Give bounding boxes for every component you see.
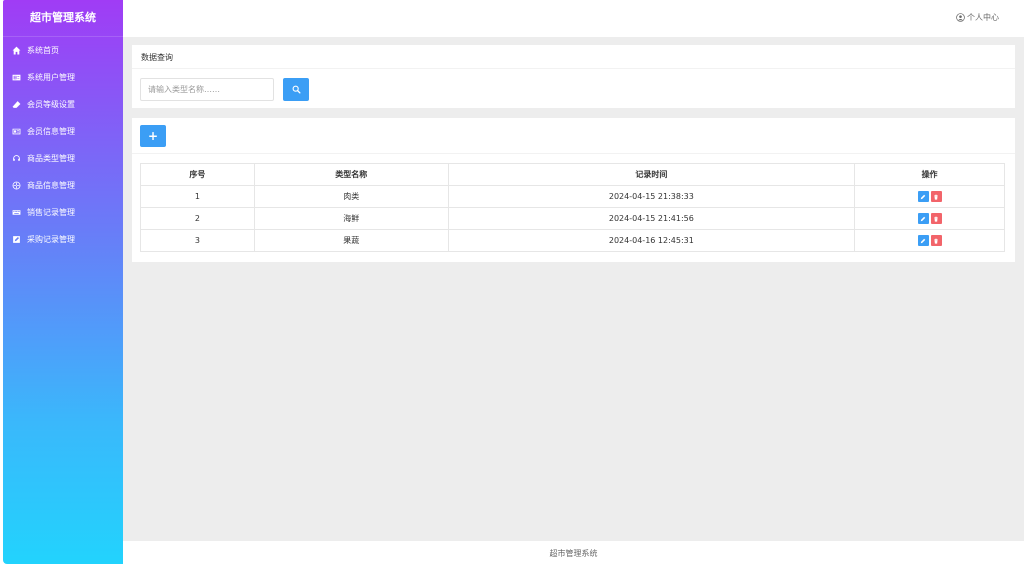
footer: 超市管理系统 [123, 541, 1024, 566]
search-icon [292, 85, 300, 94]
sidebar-item-label: 销售记录管理 [27, 208, 75, 217]
table-header-row: 序号 类型名称 记录时间 操作 [140, 163, 1005, 186]
delete-button[interactable] [930, 213, 942, 224]
trash-icon [934, 194, 938, 200]
sidebar-item-product-info[interactable]: 商品信息管理 [3, 172, 123, 199]
home-icon [11, 46, 21, 56]
id-card-icon [11, 73, 21, 83]
cell-index: 2 [140, 207, 255, 230]
globe-icon [11, 181, 21, 191]
id-card-icon [11, 127, 21, 137]
edit-icon [920, 216, 926, 221]
table-row: 2 海鲜 2024-04-15 21:41:56 [140, 207, 1005, 230]
search-input[interactable] [140, 78, 274, 101]
column-header-index: 序号 [140, 163, 255, 186]
column-header-record-time: 记录时间 [447, 163, 856, 186]
sidebar: 超市管理系统 系统首页 系统用户管理 会员等级设置 会员信息管理 商品类型管理 … [3, 0, 123, 564]
sidebar-item-label: 会员等级设置 [27, 100, 75, 109]
edit-icon [11, 235, 21, 245]
data-table: 序号 类型名称 记录时间 操作 1 肉类 2024-04-15 21:38:33 [140, 163, 1005, 252]
edit-icon [920, 238, 926, 243]
table-row: 3 果蔬 2024-04-16 12:45:31 [140, 229, 1005, 252]
search-panel: 数据查询 [132, 45, 1015, 108]
divider [132, 153, 1015, 154]
sidebar-item-label: 商品类型管理 [27, 154, 75, 163]
search-row [140, 78, 309, 101]
sidebar-nav: 系统首页 系统用户管理 会员等级设置 会员信息管理 商品类型管理 商品信息管理 … [3, 37, 123, 253]
cell-record-time: 2024-04-16 12:45:31 [447, 229, 856, 252]
app-title: 超市管理系统 [3, 0, 123, 37]
personal-center-link[interactable]: 个人中心 [956, 12, 999, 23]
main-content: 数据查询 + 序号 类型名称 记录时间 操作 [123, 37, 1024, 541]
sidebar-item-product-type[interactable]: 商品类型管理 [3, 145, 123, 172]
cell-index: 1 [140, 185, 255, 208]
edit-button[interactable] [917, 235, 929, 246]
edit-button[interactable] [917, 191, 929, 202]
cell-actions [854, 207, 1005, 230]
headset-icon [11, 154, 21, 164]
cell-actions [854, 185, 1005, 208]
edit-button[interactable] [917, 213, 929, 224]
personal-center-label: 个人中心 [967, 13, 999, 22]
edit-icon [920, 194, 926, 199]
eraser-icon [11, 100, 21, 110]
cell-type-name: 果蔬 [253, 229, 449, 252]
sidebar-item-users[interactable]: 系统用户管理 [3, 64, 123, 91]
trash-icon [934, 216, 938, 222]
cell-type-name: 海鲜 [253, 207, 449, 230]
search-button[interactable] [283, 78, 309, 101]
search-panel-title: 数据查询 [132, 45, 1015, 69]
add-button[interactable]: + [140, 125, 166, 147]
user-circle-icon [956, 13, 965, 22]
sidebar-item-label: 会员信息管理 [27, 127, 75, 136]
sidebar-item-member-level[interactable]: 会员等级设置 [3, 91, 123, 118]
column-header-actions: 操作 [854, 163, 1005, 186]
delete-button[interactable] [930, 235, 942, 246]
sidebar-item-label: 商品信息管理 [27, 181, 75, 190]
cell-actions [854, 229, 1005, 252]
trash-icon [934, 238, 938, 244]
sidebar-item-home[interactable]: 系统首页 [3, 37, 123, 64]
keyboard-icon [11, 208, 21, 218]
sidebar-item-label: 系统首页 [27, 46, 59, 55]
delete-button[interactable] [930, 191, 942, 202]
sidebar-item-label: 系统用户管理 [27, 73, 75, 82]
cell-record-time: 2024-04-15 21:41:56 [447, 207, 856, 230]
sidebar-item-sales[interactable]: 销售记录管理 [3, 199, 123, 226]
sidebar-item-purchase[interactable]: 采购记录管理 [3, 226, 123, 253]
cell-record-time: 2024-04-15 21:38:33 [447, 185, 856, 208]
sidebar-item-label: 采购记录管理 [27, 235, 75, 244]
table-panel: + 序号 类型名称 记录时间 操作 1 肉类 2024-04-15 21:38:… [132, 118, 1015, 262]
cell-index: 3 [140, 229, 255, 252]
table-row: 1 肉类 2024-04-15 21:38:33 [140, 185, 1005, 208]
cell-type-name: 肉类 [253, 185, 449, 208]
sidebar-item-member-info[interactable]: 会员信息管理 [3, 118, 123, 145]
column-header-type-name: 类型名称 [253, 163, 449, 186]
topbar: 个人中心 [123, 0, 1024, 37]
